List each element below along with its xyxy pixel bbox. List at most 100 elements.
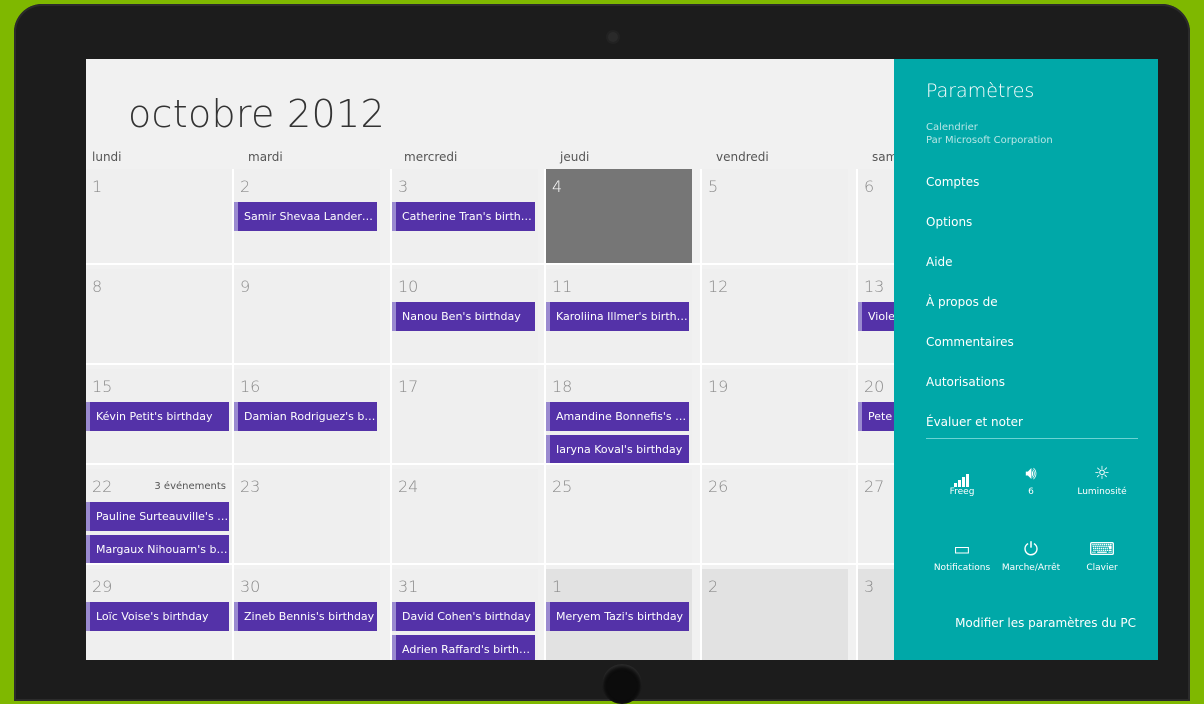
network-signal-icon [927,461,997,487]
event-item[interactable]: Pauline Surteauville's bir... [86,502,229,531]
menu-item-autorisations[interactable]: Autorisations [926,375,1005,389]
publisher: Par Microsoft Corporation [926,135,1053,146]
day-cell[interactable]: 4 [546,169,692,263]
day-cell[interactable]: 16 Damian Rodriguez's birt... [234,369,380,463]
day-cell[interactable]: 17 [392,369,538,463]
settings-charm: Paramètres Calendrier Par Microsoft Corp… [894,59,1158,660]
weekday-header: vendredi [716,150,769,164]
day-number: 3 [398,177,409,196]
day-cell[interactable]: 1 Meryem Tazi's birthday [546,569,692,660]
day-cell[interactable]: 5 [702,169,848,263]
pc-settings-link[interactable]: Modifier les paramètres du PC [955,616,1136,630]
day-cell[interactable]: 1 [86,169,232,263]
menu-item-comptes[interactable]: Comptes [926,175,979,189]
day-number: 30 [240,577,261,596]
day-number: 16 [240,377,261,396]
grid-line [700,169,702,660]
day-cell[interactable]: 8 [86,269,232,363]
day-cell[interactable]: 24 [392,469,538,563]
event-item[interactable]: Catherine Tran's birthday [392,202,535,231]
menu-item-commentaires[interactable]: Commentaires [926,335,1014,349]
day-number: 8 [92,277,103,296]
day-number: 29 [92,577,113,596]
day-cell[interactable]: 18 Amandine Bonnefis's bir... Iaryna Koval… [546,369,692,464]
weekday-header: mercredi [404,150,458,164]
camera-icon [608,32,618,42]
notifications-button[interactable]: ▭ Notifications [927,537,997,573]
separator [926,438,1138,439]
event-item[interactable]: Loïc Voise's birthday [86,602,229,631]
day-cell[interactable]: 23 [234,469,380,563]
grid-line [86,363,896,365]
menu-item-options[interactable]: Options [926,215,972,229]
day-number: 18 [552,377,573,396]
day-cell[interactable]: 15 Kévin Petit's birthday [86,369,232,463]
day-cell[interactable]: 30 Zineb Bennis's birthday [234,569,380,660]
day-cell[interactable]: 25 [546,469,692,563]
menu-item-aide[interactable]: Aide [926,255,953,269]
volume-button[interactable]: 🔊︎ 6 [996,461,1066,497]
event-item[interactable]: Margaux Nihouarn's birt... [86,535,229,564]
event-item[interactable]: Iaryna Koval's birthday [546,435,689,464]
day-number: 12 [708,277,729,296]
network-button[interactable]: Freeg [927,461,997,497]
grid-line [544,169,546,660]
day-cell[interactable]: 11 Karoliina Illmer's birthday [546,269,692,363]
day-cell[interactable]: 31 David Cohen's birthday Adrien Raffard's… [392,569,538,660]
event-item[interactable]: Zineb Bennis's birthday [234,602,377,631]
day-number: 22 [92,477,113,496]
app-info: Calendrier Par Microsoft Corporation [926,121,1053,147]
brightness-icon: ☼ [1093,463,1111,484]
day-number: 1 [92,177,103,196]
event-item[interactable]: Samir Shevaa Landers's... [234,202,377,231]
weekday-header: jeudi [560,150,590,164]
event-item[interactable]: Damian Rodriguez's birt... [234,402,377,431]
day-cell[interactable]: 3 Catherine Tran's birthday [392,169,538,263]
day-cell[interactable]: 2 [702,569,848,660]
event-item[interactable]: Nanou Ben's birthday [392,302,535,331]
menu-item-a-propos[interactable]: À propos de [926,295,998,309]
screen: octobre 2012 lundi mardi mercredi jeudi vend… [86,59,1158,660]
day-number: 23 [240,477,261,496]
event-item[interactable]: Amandine Bonnefis's bir... [546,402,689,431]
day-cell[interactable]: 10 Nanou Ben's birthday [392,269,538,363]
day-cell[interactable]: 9 [234,269,380,363]
menu-item-evaluer[interactable]: Évaluer et noter [926,415,1023,429]
more-events-label[interactable]: 3 événements [154,481,226,492]
weekday-header: mardi [248,150,283,164]
day-number: 2 [708,577,719,596]
power-label: Marche/Arrêt [1001,563,1061,573]
event-item[interactable]: Karoliina Illmer's birthday [546,302,689,331]
keyboard-icon: ⌨ [1089,539,1115,560]
day-number: 27 [864,477,885,496]
windows-button[interactable] [602,664,642,704]
keyboard-button[interactable]: ⌨ Clavier [1067,537,1137,573]
event-item[interactable]: David Cohen's birthday [392,602,535,631]
day-number: 11 [552,277,573,296]
grid-line [856,169,858,660]
grid-line [232,169,234,660]
grid-line [86,263,896,265]
grid-line [86,563,896,565]
app-name: Calendrier [926,122,978,133]
day-cell[interactable]: 2 Samir Shevaa Landers's... [234,169,380,263]
brightness-button[interactable]: ☼ Luminosité [1067,461,1137,497]
day-cell[interactable]: 29 Loïc Voise's birthday [86,569,232,660]
day-cell[interactable]: 19 [702,369,848,463]
calendar-grid: 1 2 Samir Shevaa Landers's... 3 Catherine Tr… [86,169,1004,660]
day-number: 26 [708,477,729,496]
day-number: 5 [708,177,719,196]
event-item[interactable]: Adrien Raffard's birthday [392,635,535,660]
day-cell[interactable]: 26 [702,469,848,563]
day-cell[interactable]: 22 3 événements Pauline Surteauville's bir… [86,469,232,564]
day-number: 2 [240,177,251,196]
notifications-label: Notifications [933,563,991,573]
volume-icon: 🔊︎ [1025,463,1037,484]
brightness-label: Luminosité [1077,487,1127,497]
month-title: octobre 2012 [128,92,385,136]
day-cell[interactable]: 12 [702,269,848,363]
power-button[interactable]: ⏻ Marche/Arrêt [996,537,1066,573]
event-item[interactable]: Kévin Petit's birthday [86,402,229,431]
power-icon: ⏻ [1023,539,1039,560]
event-item[interactable]: Meryem Tazi's birthday [546,602,689,631]
